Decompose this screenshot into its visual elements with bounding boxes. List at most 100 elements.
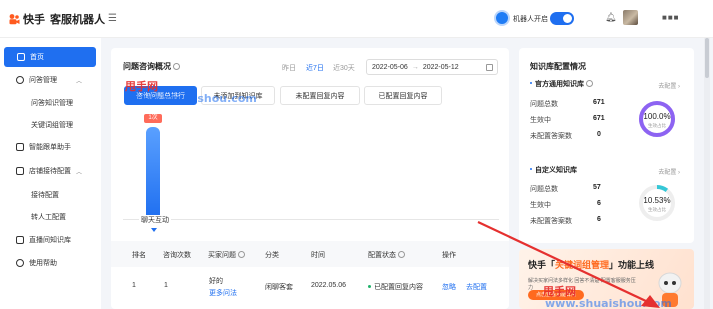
ring-caption: 生效占比 bbox=[648, 123, 666, 128]
overview-title: 问题咨询概况 bbox=[123, 61, 180, 72]
official-config-link[interactable]: 去配置 › bbox=[658, 81, 680, 90]
x-tick-label: 聊天互动 bbox=[139, 215, 171, 225]
ring-percent: 10.53% bbox=[643, 196, 671, 205]
sidebar: 首页 问答管理 ︿ 问答知识管理 关键词组管理 智能跟单助手 店铺接待配置 ︿ … bbox=[0, 38, 101, 309]
date-end: 2022-05-12 bbox=[422, 63, 459, 71]
row-question: 好的 bbox=[209, 278, 223, 285]
official-knowledge-title: 官方通用知识库 bbox=[530, 79, 593, 89]
robot-icon bbox=[494, 10, 510, 26]
sidebar-item-label: 智能跟单助手 bbox=[29, 144, 71, 151]
status-dot bbox=[368, 285, 371, 288]
sidebar-item-label: 接待配置 bbox=[31, 192, 59, 199]
configure-link[interactable]: 去配置 bbox=[466, 282, 487, 292]
row-time: 2022.05.06 bbox=[311, 282, 347, 289]
column-header: 配置状态 bbox=[368, 250, 405, 260]
sidebar-item-qa-management[interactable]: 问答管理 ︿ bbox=[4, 70, 96, 90]
sidebar-item-transfer-config[interactable]: 转人工配置 bbox=[4, 207, 96, 227]
robot-status-label: 机器人开启 bbox=[513, 16, 548, 23]
help-circle-icon[interactable] bbox=[586, 80, 593, 87]
kuaishou-logo-icon bbox=[9, 14, 20, 25]
period-yesterday[interactable]: 昨日 bbox=[282, 63, 296, 73]
avatar[interactable] bbox=[623, 10, 638, 25]
period-30days[interactable]: 近30天 bbox=[333, 63, 355, 73]
sidebar-item-help[interactable]: 使用帮助 bbox=[4, 253, 96, 273]
sidebar-item-label: 首页 bbox=[30, 54, 44, 61]
watermark-url: www.shuaishou.com bbox=[130, 92, 257, 105]
sidebar-item-label: 店铺接待配置 bbox=[29, 168, 71, 175]
sidebar-item-follow-assistant[interactable]: 智能跟单助手 bbox=[4, 137, 96, 157]
brand-logo[interactable]: 快手 客服机器人 bbox=[8, 11, 105, 27]
date-separator: → bbox=[411, 63, 419, 71]
stat-label: 生效中 bbox=[530, 117, 551, 124]
watermark-url: www.shuaishou.com bbox=[545, 297, 672, 309]
sidebar-item-label: 使用帮助 bbox=[29, 260, 57, 267]
custom-config-link[interactable]: 去配置 › bbox=[658, 167, 680, 176]
calendar-icon bbox=[486, 64, 493, 71]
official-ratio-ring: 100.0% 生效占比 bbox=[638, 100, 676, 138]
sidebar-item-label: 问答管理 bbox=[29, 77, 57, 84]
help-circle-icon[interactable] bbox=[398, 251, 405, 258]
chevron-up-icon: ︿ bbox=[75, 78, 82, 85]
stat-value: 6 bbox=[597, 200, 601, 207]
stat-value: 0 bbox=[597, 131, 601, 138]
more-questions-link[interactable]: 更多问法 bbox=[209, 288, 237, 298]
row-category: 闲聊客套 bbox=[265, 284, 293, 291]
brand-name: 快手 bbox=[23, 14, 45, 26]
username[interactable]: ■■■ bbox=[662, 13, 680, 22]
custom-ratio-ring: 10.53% 生效占比 bbox=[638, 184, 676, 222]
home-icon bbox=[17, 53, 25, 61]
sidebar-item-label: 关键词组管理 bbox=[31, 122, 73, 129]
sidebar-item-reception-config[interactable]: 接待配置 bbox=[4, 185, 96, 205]
ignore-link[interactable]: 忽略 bbox=[442, 282, 456, 292]
knowledge-title: 知识库配置情况 bbox=[530, 62, 586, 71]
stat-value: 57 bbox=[593, 184, 601, 191]
sidebar-item-store-reception[interactable]: 店铺接待配置 ︿ bbox=[4, 161, 96, 181]
bell-icon[interactable]: 🔔︎ bbox=[605, 12, 616, 23]
tab-no-reply[interactable]: 未配置回复内容 bbox=[280, 86, 360, 105]
row-status: 已配置回复内容 bbox=[368, 282, 423, 292]
help-icon bbox=[16, 259, 24, 267]
sidebar-item-home[interactable]: 首页 bbox=[4, 47, 96, 67]
column-header: 排名 bbox=[132, 252, 146, 259]
stat-label: 未配置答案数 bbox=[530, 133, 572, 140]
scrollbar[interactable] bbox=[704, 38, 710, 309]
help-circle-icon[interactable] bbox=[173, 63, 180, 70]
row-rank: 1 bbox=[132, 282, 136, 289]
row-count: 1 bbox=[164, 282, 168, 289]
bar-data-label: 1次 bbox=[144, 114, 162, 123]
sidebar-item-live-knowledge[interactable]: 直播间知识库 bbox=[4, 230, 96, 250]
stat-label: 问题总数 bbox=[530, 101, 558, 108]
store-icon bbox=[16, 167, 24, 175]
date-start: 2022-05-06 bbox=[372, 63, 408, 71]
bar-chat-interaction[interactable] bbox=[146, 127, 160, 219]
top-bar: 快手 客服机器人 ☰ 机器人开启 🔔︎ ■■■ bbox=[0, 0, 713, 38]
sidebar-item-keyword-groups[interactable]: 关键词组管理 bbox=[4, 115, 96, 135]
sidebar-item-label: 直播间知识库 bbox=[29, 237, 71, 244]
stat-value: 671 bbox=[593, 115, 605, 122]
selected-category-pointer bbox=[151, 228, 157, 232]
menu-collapse-icon[interactable]: ☰ bbox=[108, 13, 117, 24]
sidebar-item-label: 问答知识管理 bbox=[31, 100, 73, 107]
robot-toggle[interactable] bbox=[550, 12, 574, 25]
overview-panel: 问题咨询概况 昨日 近7日 近30天 2022-05-06 → 2022-05-… bbox=[111, 48, 509, 309]
live-icon bbox=[16, 236, 24, 244]
stat-value: 6 bbox=[597, 216, 601, 223]
column-header: 买家问题 bbox=[208, 250, 245, 260]
help-circle-icon[interactable] bbox=[238, 251, 245, 258]
custom-knowledge-title: 自定义知识库 bbox=[530, 165, 577, 175]
knowledge-panel: 知识库配置情况 官方通用知识库 去配置 › 问题总数 671 生效中 671 未… bbox=[519, 48, 694, 243]
tab-reply-configured[interactable]: 已配置回复内容 bbox=[364, 86, 442, 105]
ring-caption: 生效占比 bbox=[648, 207, 666, 212]
scrollbar-thumb[interactable] bbox=[705, 38, 709, 78]
sidebar-item-label: 转人工配置 bbox=[31, 214, 66, 221]
date-range-picker[interactable]: 2022-05-06 → 2022-05-12 bbox=[366, 59, 498, 75]
stat-label: 未配置答案数 bbox=[530, 218, 572, 225]
ring-percent: 100.0% bbox=[643, 112, 671, 121]
column-header: 操作 bbox=[442, 252, 456, 259]
chat-icon bbox=[16, 76, 24, 84]
stat-label: 生效中 bbox=[530, 202, 551, 209]
column-header: 时间 bbox=[311, 252, 325, 259]
sidebar-item-qa-knowledge[interactable]: 问答知识管理 bbox=[4, 93, 96, 113]
period-7days[interactable]: 近7日 bbox=[306, 63, 324, 73]
stat-value: 671 bbox=[593, 99, 605, 106]
